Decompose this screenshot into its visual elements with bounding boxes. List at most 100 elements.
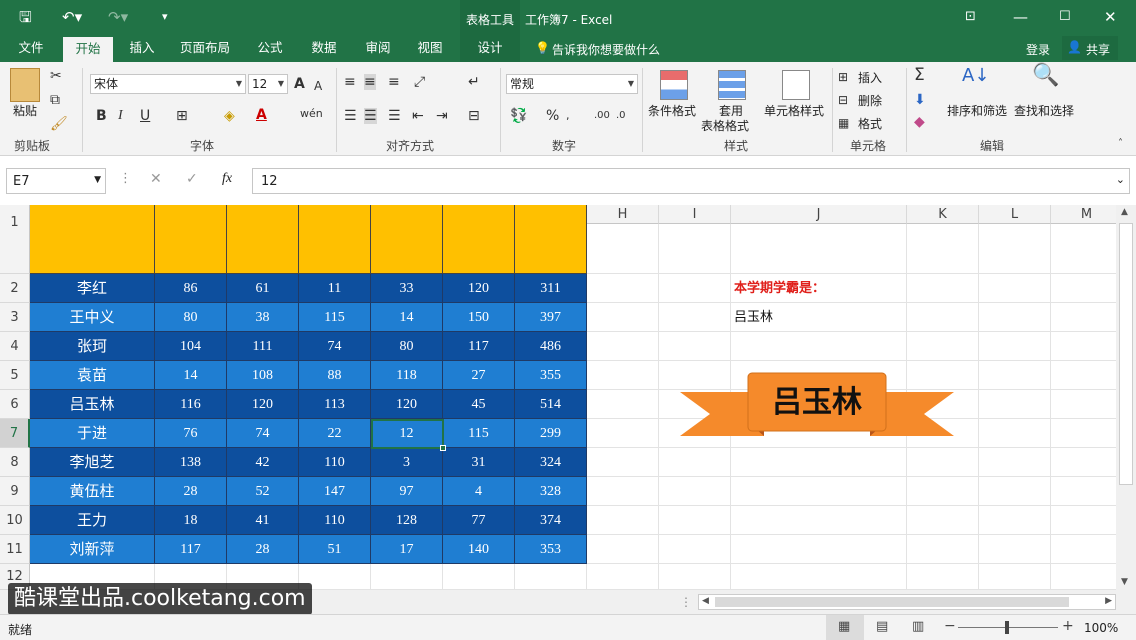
table-cell[interactable]: 110 (299, 448, 371, 477)
tab-formulas[interactable]: 公式 (250, 36, 290, 62)
expand-formula-icon[interactable]: ⌄ (1116, 173, 1125, 186)
table-cell[interactable]: 4 (443, 477, 515, 506)
vertical-scroll-thumb[interactable] (1119, 223, 1133, 485)
comma-icon[interactable]: , (566, 108, 570, 124)
table-cell[interactable]: 17 (371, 535, 443, 564)
table-cell[interactable]: 140 (443, 535, 515, 564)
name-box[interactable]: E7 ▼ (6, 168, 106, 194)
table-cell[interactable]: 李旭芝 (30, 448, 155, 477)
table-cell[interactable]: 116 (155, 390, 227, 419)
font-name-combo[interactable]: 宋体 ▼ (90, 74, 246, 94)
sort-filter-icon[interactable]: A↓ (962, 67, 989, 85)
conditional-format-label[interactable]: 条件格式 (648, 102, 696, 119)
table-cell[interactable]: 18 (155, 506, 227, 535)
table-cell[interactable]: 28 (227, 535, 299, 564)
align-bottom-icon[interactable]: ≡ (388, 74, 400, 90)
decrease-decimal-icon[interactable]: .0 (616, 108, 626, 124)
close-icon[interactable]: ✕ (1104, 8, 1117, 26)
table-cell[interactable]: 115 (299, 303, 371, 332)
table-cell[interactable]: 118 (371, 361, 443, 390)
underline-icon[interactable]: U (140, 108, 150, 124)
maximize-icon[interactable]: ☐ (1059, 8, 1071, 26)
row-header[interactable]: 3 (0, 303, 30, 332)
table-cell[interactable]: 王中义 (30, 303, 155, 332)
table-cell[interactable]: 51 (299, 535, 371, 564)
zoom-in-icon[interactable]: + (1062, 618, 1074, 634)
table-cell[interactable]: 黄伍柱 (30, 477, 155, 506)
table-cell[interactable]: 41 (227, 506, 299, 535)
delete-cells-icon[interactable]: ⊟ (838, 92, 848, 108)
table-header-cell[interactable]: 总分 (515, 205, 587, 274)
table-cell[interactable]: 刘新萍 (30, 535, 155, 564)
grow-font-icon[interactable]: A (294, 76, 305, 92)
minimize-icon[interactable]: — (1013, 8, 1028, 26)
row-header[interactable]: 4 (0, 332, 30, 361)
collapse-ribbon-icon[interactable]: ˄ (1118, 136, 1123, 152)
table-cell[interactable]: 28 (155, 477, 227, 506)
row-header[interactable]: 5 (0, 361, 30, 390)
orientation-icon[interactable]: ⤢ (414, 74, 425, 90)
enter-icon[interactable]: ✓ (186, 171, 198, 187)
column-header[interactable]: K (907, 205, 979, 224)
table-cell[interactable]: 120 (227, 390, 299, 419)
tab-insert[interactable]: 插入 (120, 36, 164, 62)
table-cell[interactable]: 113 (299, 390, 371, 419)
table-cell[interactable]: 486 (515, 332, 587, 361)
table-cell[interactable]: 120 (443, 274, 515, 303)
horizontal-scrollbar[interactable]: ◀ ▶ (698, 594, 1116, 610)
table-cell[interactable]: 86 (155, 274, 227, 303)
table-cell[interactable]: 45 (443, 390, 515, 419)
table-cell[interactable]: 110 (299, 506, 371, 535)
row-header[interactable]: 7 (0, 419, 30, 448)
align-top-icon[interactable]: ≡ (344, 74, 356, 90)
align-middle-icon[interactable]: ≡ (364, 74, 376, 90)
row-header[interactable]: 6 (0, 390, 30, 419)
fill-color-icon[interactable]: ◈ (224, 108, 235, 124)
table-header-cell[interactable]: 学生姓名 (30, 205, 155, 274)
table-header-cell[interactable]: 语文 (155, 205, 227, 274)
phonetic-icon[interactable]: wén (300, 106, 323, 122)
table-cell[interactable]: 117 (443, 332, 515, 361)
paste-icon[interactable] (10, 68, 40, 102)
number-format-combo[interactable]: 常规 ▼ (506, 74, 638, 94)
column-header[interactable]: J (731, 205, 907, 224)
tab-design[interactable]: 设计 (460, 36, 520, 62)
table-cell[interactable]: 14 (155, 361, 227, 390)
tab-view[interactable]: 视图 (408, 36, 452, 62)
zoom-out-icon[interactable]: − (944, 618, 956, 634)
table-cell[interactable]: 77 (443, 506, 515, 535)
row-header[interactable]: 10 (0, 506, 30, 535)
merge-center-icon[interactable]: ⊟ (468, 108, 480, 124)
table-header-cell[interactable]: 化学 (443, 205, 515, 274)
table-cell[interactable]: 128 (371, 506, 443, 535)
table-cell[interactable]: 3 (371, 448, 443, 477)
table-header-cell[interactable]: 英语 (299, 205, 371, 274)
increase-indent-icon[interactable]: ⇥ (436, 108, 448, 124)
zoom-level[interactable]: 100% (1084, 621, 1118, 635)
table-cell[interactable]: 374 (515, 506, 587, 535)
table-cell[interactable]: 514 (515, 390, 587, 419)
align-right-icon[interactable]: ☰ (388, 108, 401, 124)
table-cell[interactable]: 33 (371, 274, 443, 303)
row-header[interactable]: 8 (0, 448, 30, 477)
fill-icon[interactable]: ⬇ (914, 92, 926, 108)
insert-cells-label[interactable]: 插入 (858, 69, 882, 86)
table-header-cell[interactable]: 数学 (227, 205, 299, 274)
table-cell[interactable]: 76 (155, 419, 227, 448)
scroll-down-icon[interactable]: ▼ (1121, 577, 1128, 587)
cut-icon[interactable]: ✂ (50, 68, 62, 84)
table-cell[interactable]: 97 (371, 477, 443, 506)
table-cell[interactable]: 于进 (30, 419, 155, 448)
copy-icon[interactable]: ⧉ (50, 92, 60, 108)
conditional-format-icon[interactable] (660, 70, 688, 100)
table-cell[interactable]: 38 (227, 303, 299, 332)
top-student-value[interactable]: 吕玉林 (734, 303, 773, 332)
table-cell[interactable]: 324 (515, 448, 587, 477)
table-cell[interactable]: 353 (515, 535, 587, 564)
insert-cells-icon[interactable]: ⊞ (838, 69, 848, 85)
column-header[interactable]: L (979, 205, 1051, 224)
italic-icon[interactable]: I (118, 108, 123, 124)
tell-me-search[interactable]: 告诉我你想要做什么 (552, 41, 660, 58)
horizontal-scroll-thumb[interactable] (715, 597, 1069, 607)
table-cell[interactable]: 88 (299, 361, 371, 390)
